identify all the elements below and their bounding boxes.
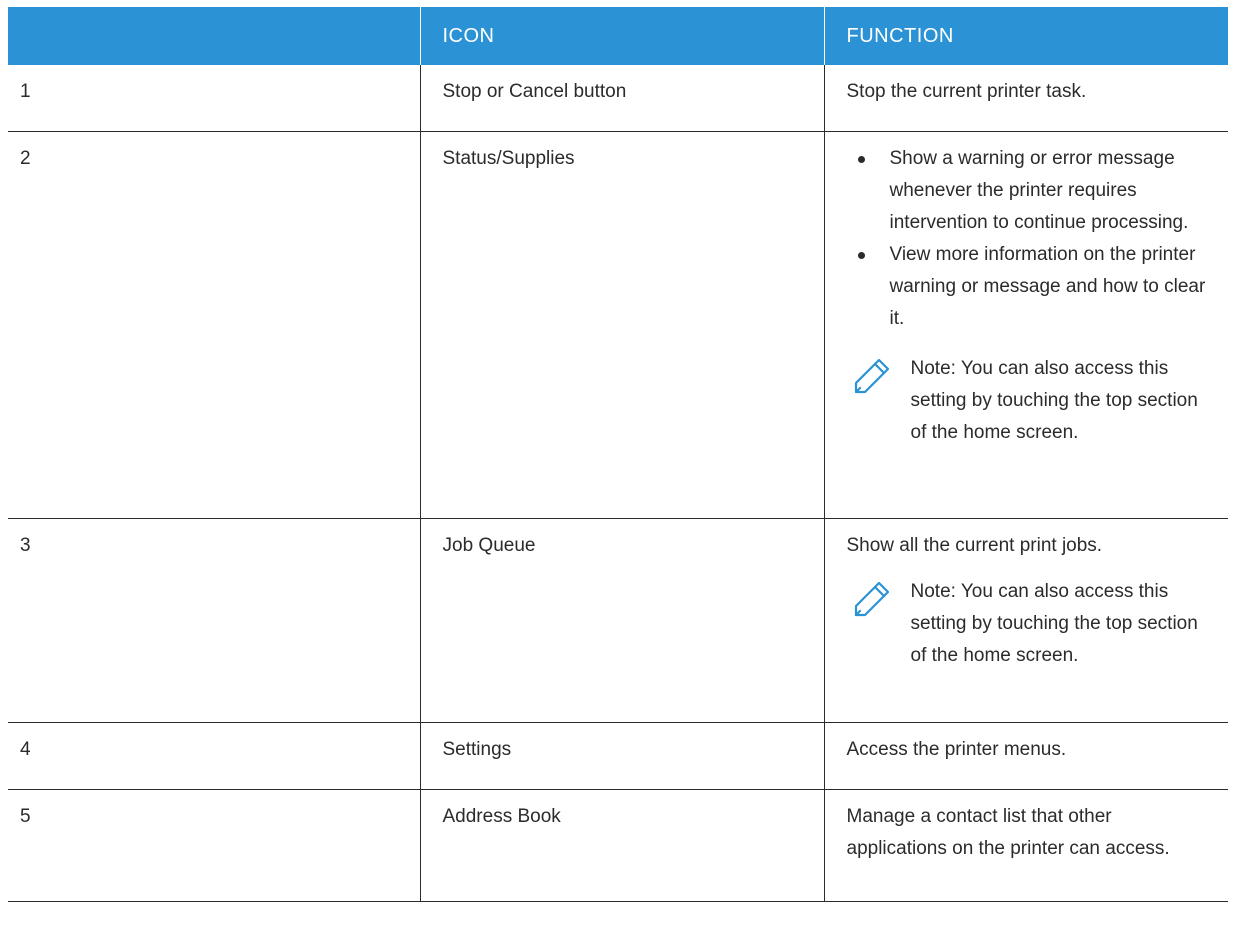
function-text: Show all the current print jobs. <box>846 535 1103 556</box>
note-text: Note: You can also access this setting b… <box>910 358 1198 443</box>
table-row: 2 Status/Supplies Show a warning or erro… <box>8 131 1228 519</box>
icon-name: Status/Supplies <box>419 131 824 519</box>
table-row: 5 Address Book Manage a contact list tha… <box>8 789 1228 902</box>
icon-function-table: ICON FUNCTION 1 Stop or Cancel button St… <box>8 7 1228 902</box>
row-number: 5 <box>8 789 420 902</box>
header-function: FUNCTION <box>823 7 1228 65</box>
icon-name: Address Book <box>419 789 824 902</box>
function-bullet: Show a warning or error message whenever… <box>857 143 1217 239</box>
pencil-icon <box>854 358 889 394</box>
table-header: ICON FUNCTION <box>8 7 1228 65</box>
icon-name: Stop or Cancel button <box>419 65 824 132</box>
function-text: Stop the current printer task. <box>823 65 1228 132</box>
note-text: Note: You can also access this setting b… <box>910 581 1198 666</box>
header-number <box>8 7 420 65</box>
function-text: Access the printer menus. <box>823 722 1228 790</box>
note: Note: You can also access this setting b… <box>847 353 1217 449</box>
table-body: 1 Stop or Cancel button Stop the current… <box>8 65 1228 902</box>
table-row: 1 Stop or Cancel button Stop the current… <box>8 65 1228 132</box>
row-number: 2 <box>8 131 420 519</box>
row-number: 3 <box>8 518 420 723</box>
function-bullet: View more information on the printer war… <box>857 239 1217 335</box>
table-row: 4 Settings Access the printer menus. <box>8 722 1228 790</box>
header-row: ICON FUNCTION <box>8 7 1228 65</box>
row-number: 4 <box>8 722 420 790</box>
icon-name: Settings <box>419 722 824 790</box>
function-cell: Show all the current print jobs. Note: Y… <box>823 518 1228 723</box>
function-bullet-list: Show a warning or error message whenever… <box>847 143 1217 335</box>
function-text: Manage a contact list that other applica… <box>823 789 1228 902</box>
pencil-icon <box>854 581 889 617</box>
row-number: 1 <box>8 65 420 132</box>
header-icon: ICON <box>419 7 824 65</box>
function-cell: Show a warning or error message whenever… <box>823 131 1228 519</box>
note: Note: You can also access this setting b… <box>847 576 1217 672</box>
table-row: 3 Job Queue Show all the current print j… <box>8 518 1228 723</box>
icon-name: Job Queue <box>419 518 824 723</box>
